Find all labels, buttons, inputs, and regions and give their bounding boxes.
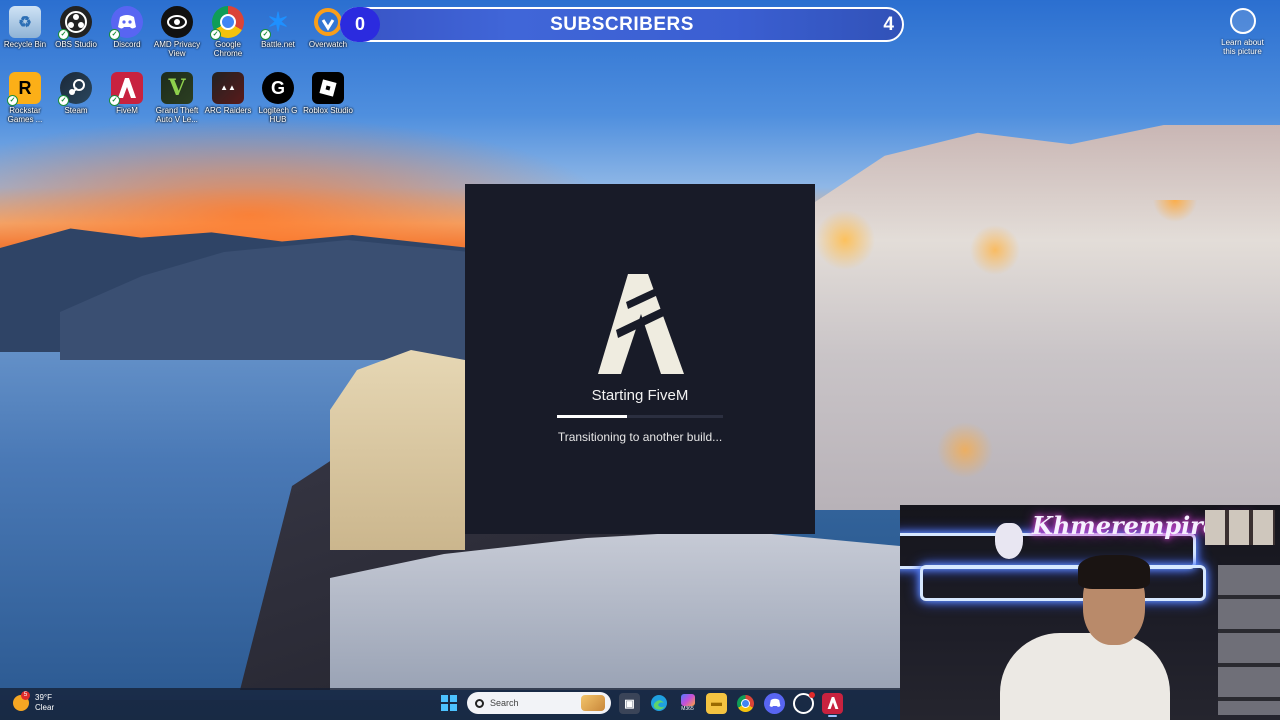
desktop-icon-label: ARC Raiders	[204, 106, 252, 115]
streamer-hair	[1078, 555, 1150, 589]
roblox-icon	[312, 72, 344, 104]
desktop-icon-amd-privacy[interactable]: AMD Privacy View	[152, 2, 202, 58]
desktop-icon-label: FiveM	[116, 106, 138, 115]
wall-posters	[1218, 565, 1280, 715]
desktop-icon-label: Roblox Studio	[303, 106, 353, 115]
battlenet-icon: ✶ ✓	[260, 6, 294, 40]
file-explorer-icon[interactable]: ▬	[706, 692, 727, 714]
taskbar: 5 39°F Clear Search ▣ M365 ▬	[0, 688, 900, 720]
subscribers-goal-bar: SUBSCRIBERS 0 4	[340, 7, 904, 42]
wallpaper-houses	[330, 350, 465, 550]
desktop-icon-label: Rockstar Games ...	[7, 106, 43, 124]
neon-frame	[920, 565, 1206, 601]
weather-badge: 5	[21, 691, 30, 700]
desktop-icon-label: OBS Studio	[55, 40, 97, 49]
desktop-icon-gta[interactable]: V Grand Theft Auto V Le...	[152, 68, 202, 124]
desktop-icon-label: Recycle Bin	[3, 40, 47, 49]
chrome-icon: ✓	[210, 6, 244, 40]
taskbar-apps: Search ▣ M365 ▬	[438, 691, 843, 717]
recycle-bin-icon: ♻	[9, 6, 41, 38]
learn-about-label: Learn about this picture	[1221, 38, 1264, 56]
desktop-icon-obs[interactable]: ✓ OBS Studio	[51, 2, 101, 49]
desktop-icon-label: Discord	[113, 40, 141, 49]
task-view-icon[interactable]: ▣	[619, 692, 640, 714]
desktop-icon-chrome[interactable]: ✓ Google Chrome	[203, 2, 253, 58]
active-indicator	[828, 714, 837, 717]
subscribers-current: 0	[340, 7, 380, 42]
amd-privacy-icon	[161, 6, 193, 38]
fivem-status: Transitioning to another build...	[557, 430, 723, 444]
learn-about-picture[interactable]: Learn about this picture	[1215, 8, 1270, 56]
desktop-icon-roblox[interactable]: Roblox Studio	[303, 68, 353, 115]
desktop-icon-steam[interactable]: ✓ Steam	[51, 68, 101, 115]
discord-taskbar-icon[interactable]	[764, 692, 785, 714]
desktop-icon-label: AMD Privacy View	[153, 40, 201, 58]
taskbar-search[interactable]: Search	[467, 692, 611, 714]
fivem-icon: ✓	[109, 72, 143, 106]
arc-raiders-icon: ▲▲	[212, 72, 244, 104]
desktop-icon-logitech[interactable]: G Logitech G HUB	[253, 68, 303, 124]
weather-widget[interactable]: 5 39°F Clear	[13, 691, 55, 713]
desktop-icon-label: Battle.net	[261, 40, 295, 49]
weather-condition: Clear	[35, 703, 55, 712]
weather-temperature: 39°F	[35, 693, 52, 702]
fivem-progress-fill	[557, 415, 627, 418]
webcam-overlay: Khmerempire23	[900, 505, 1280, 720]
subscribers-goal: 4	[883, 14, 894, 35]
m365-icon[interactable]: M365	[677, 693, 698, 714]
desktop-icon-label: Steam	[64, 106, 88, 115]
chrome-taskbar-icon[interactable]	[735, 693, 756, 714]
search-icon	[475, 698, 484, 708]
obs-icon: ✓	[58, 6, 92, 40]
streamer-body	[1000, 633, 1170, 720]
fivem-logo-icon	[598, 274, 684, 374]
desktop-icon-recycle-bin[interactable]: ♻ Recycle Bin	[0, 2, 50, 49]
rockstar-icon: R ✓	[7, 72, 41, 106]
desktop-icon-arc-raiders[interactable]: ▲▲ ARC Raiders	[203, 68, 253, 115]
logitech-icon: G	[262, 72, 294, 104]
start-button[interactable]	[438, 693, 459, 714]
camera-icon	[1229, 8, 1256, 34]
desktop-icon-label: Google Chrome	[213, 40, 243, 58]
fivem-progress-bar	[557, 415, 723, 418]
subscribers-title: SUBSCRIBERS	[550, 14, 694, 35]
edge-icon[interactable]	[648, 693, 669, 714]
obs-taskbar-icon[interactable]	[793, 691, 815, 714]
gta-icon: V	[161, 72, 193, 104]
fivem-taskbar-icon[interactable]	[822, 692, 843, 717]
m365-label: M365	[681, 706, 694, 712]
mask-decoration	[995, 523, 1023, 559]
desktop-icon-rockstar[interactable]: R ✓ Rockstar Games ...	[0, 68, 50, 124]
fivem-heading: Starting FiveM	[591, 387, 689, 404]
desktop-icon-label: Grand Theft Auto V Le...	[155, 106, 199, 124]
desktop-icon-label: Overwatch	[308, 40, 348, 49]
steam-icon: ✓	[58, 72, 92, 106]
fivem-launcher-window: Starting FiveM Transitioning to another …	[465, 184, 815, 534]
discord-icon: ✓	[109, 6, 143, 40]
desktop-icon-discord[interactable]: ✓ Discord	[102, 2, 152, 49]
desktop-icon-label: Logitech G HUB	[258, 106, 298, 124]
search-highlight-icon	[581, 695, 605, 711]
search-placeholder: Search	[490, 698, 519, 708]
weather-sun-icon: 5	[13, 691, 30, 711]
wall-photos	[1205, 510, 1275, 545]
windows-icon	[440, 695, 457, 711]
wallpaper-lights	[815, 200, 1280, 500]
desktop-icon-fivem[interactable]: ✓ FiveM	[102, 68, 152, 115]
desktop-icon-battlenet[interactable]: ✶ ✓ Battle.net	[253, 2, 303, 49]
